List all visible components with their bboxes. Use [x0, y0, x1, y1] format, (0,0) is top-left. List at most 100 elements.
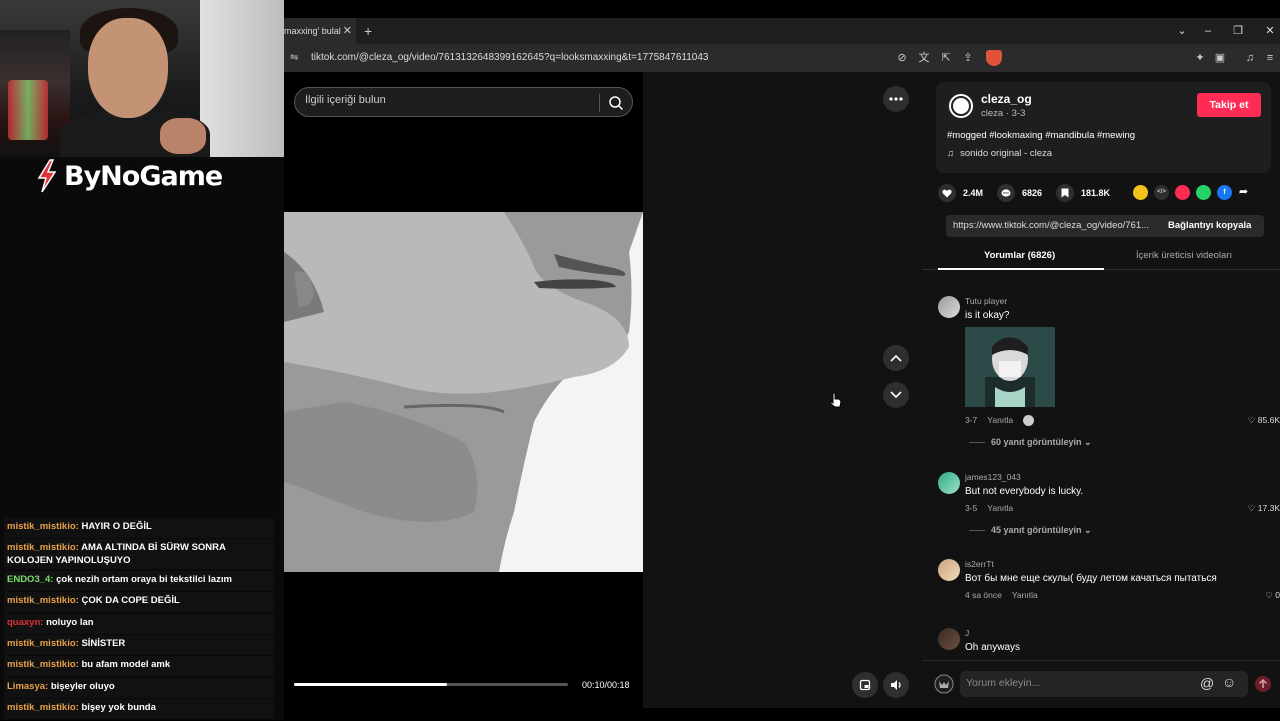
comment-author[interactable]: is2errTt	[965, 559, 994, 569]
comment-text: Вот бы мне еще скулы( буду летом качатьс…	[965, 573, 1217, 584]
tab-close-icon[interactable]: ✕	[343, 18, 352, 44]
menu-icon[interactable]: ≡	[1262, 50, 1278, 66]
no-translate-icon[interactable]: ⊘	[894, 50, 910, 66]
translate-icon[interactable]: 文	[916, 50, 932, 66]
extensions-icon[interactable]: ✦	[1192, 50, 1208, 66]
commenter-avatar[interactable]	[938, 472, 960, 494]
view-replies-label: 45 yanıt görüntüleyin	[991, 525, 1082, 535]
chat-text: noluyo lan	[46, 616, 94, 628]
chat-username: Limasya:	[7, 680, 49, 692]
url-field[interactable]: tiktok.com/@cleza_og/video/7613132648399…	[311, 52, 709, 63]
creator-subline: cleza · 3-3	[981, 108, 1026, 119]
active-tab-underline	[938, 268, 1104, 270]
repost-share-icon[interactable]	[1133, 185, 1148, 200]
like-action[interactable]: 2.4M	[938, 182, 983, 204]
comment-input[interactable]	[966, 677, 1186, 689]
comment-text: Oh anyways	[965, 642, 1021, 653]
chat-text: bu afam model amk	[81, 659, 171, 671]
comment-author[interactable]: J	[965, 628, 969, 638]
comment-meta: 3-5 Yanıtla	[965, 503, 1023, 513]
chevron-down-icon: ⌄	[1084, 437, 1092, 447]
floating-player-button[interactable]	[852, 672, 878, 698]
volume-button[interactable]	[883, 672, 909, 698]
more-dots-icon	[889, 97, 903, 101]
creator-username[interactable]: cleza_og	[981, 92, 1032, 106]
brave-shield-icon[interactable]	[986, 50, 1002, 66]
follow-button[interactable]: Takip et	[1197, 93, 1261, 117]
share-page-icon[interactable]: ⇪	[960, 50, 976, 66]
share-arrow-icon[interactable]: ➦	[1236, 185, 1251, 200]
comment-meta: 3-7 Yanıtla	[965, 415, 1044, 427]
comment-date: 3-7	[965, 415, 978, 425]
send-to-friends-icon[interactable]	[1175, 185, 1190, 200]
chat-message: quaxyn: noluyo lan	[4, 613, 274, 634]
comment-like[interactable]: ♡ 85.6K	[1248, 415, 1280, 426]
save-action[interactable]: 181.8K	[1056, 182, 1110, 204]
tab-creator-videos[interactable]: İçerik üreticisi videoları	[1136, 250, 1232, 261]
chat-username: mistik_mistikio:	[7, 521, 79, 532]
commenter-avatar[interactable]	[938, 296, 960, 318]
bookmark-icon	[1056, 184, 1074, 202]
chat-message: mistik_mistikio: bişey yok bunda	[4, 699, 274, 720]
whatsapp-icon[interactable]	[1196, 185, 1211, 200]
user-avatar-icon[interactable]	[934, 674, 954, 694]
tab-comments[interactable]: Yorumlar (6826)	[984, 250, 1055, 261]
send-comment-button[interactable]	[1255, 676, 1271, 692]
video-link: https://www.tiktok.com/@cleza_og/video/7…	[953, 220, 1150, 231]
creator-avatar[interactable]	[947, 92, 975, 120]
video-player[interactable]: 00:10/00:18	[284, 72, 643, 708]
reply-button[interactable]: Yanıtla	[987, 415, 1013, 425]
comment-like-count: 17.3K	[1257, 503, 1280, 513]
mini-player-icon	[859, 679, 871, 691]
tab-list-chevron-icon[interactable]: ⌄	[1172, 18, 1192, 44]
comment-author[interactable]: Tutu player	[965, 296, 1007, 306]
chat-message: mistik_mistikio: ÇOK DA COPE DEĞİL	[4, 592, 274, 613]
copy-link-button[interactable]: Bağlantıyı kopyala	[1168, 220, 1251, 231]
save-count: 181.8K	[1081, 188, 1111, 198]
comment-like-count: 85.6K	[1257, 415, 1280, 425]
brand-name: ByNoGame	[64, 160, 223, 192]
site-settings-icon[interactable]: ⇋	[290, 52, 298, 63]
emoji-icon[interactable]: ☺	[1222, 674, 1236, 690]
more-options-button[interactable]	[883, 86, 909, 112]
browser-tab[interactable]: maxxing' bulal ✕	[284, 18, 356, 44]
music-info[interactable]: ♫ sonido original - cleza	[947, 148, 1052, 159]
view-replies-button[interactable]: 60 yanıt görüntüleyin ⌄	[969, 437, 1092, 448]
comment-count: 6826	[1022, 188, 1043, 198]
previous-video-button[interactable]	[883, 345, 909, 371]
search-icon[interactable]	[608, 95, 624, 111]
next-video-button[interactable]	[883, 382, 909, 408]
comment-action[interactable]: 6826	[997, 182, 1042, 204]
media-icon[interactable]: ♫	[1242, 50, 1258, 66]
commenter-avatar[interactable]	[938, 628, 960, 650]
comment-image[interactable]	[965, 327, 1055, 407]
comment-like[interactable]: ♡ 17.3K	[1248, 503, 1280, 514]
chat-text: HAYIR O DEĞİL	[81, 521, 152, 532]
facebook-icon[interactable]: f	[1217, 185, 1232, 200]
embed-code-icon[interactable]: </>	[1154, 185, 1169, 200]
view-replies-button[interactable]: 45 yanıt görüntüleyin ⌄	[969, 525, 1092, 536]
comment-item: is2errTt Вот бы мне еще скулы( буду лето…	[938, 559, 1280, 609]
minimize-icon[interactable]: –	[1198, 18, 1218, 44]
sidebar-icon[interactable]: ▣	[1212, 50, 1228, 66]
commenter-avatar[interactable]	[938, 559, 960, 581]
video-progress-fill	[294, 683, 448, 686]
reply-button[interactable]: Yanıtla	[1012, 590, 1038, 600]
restore-icon[interactable]: ❐	[1228, 18, 1248, 44]
open-external-icon[interactable]: ⇱	[938, 50, 954, 66]
chevron-down-icon: ⌄	[1084, 525, 1092, 535]
comment-meta: 4 sa önce Yanıtla	[965, 590, 1048, 600]
reply-button[interactable]: Yanıtla	[987, 503, 1013, 513]
send-arrow-icon	[1258, 678, 1268, 688]
close-window-icon[interactable]: ✕	[1260, 18, 1280, 44]
video-progress-bar[interactable]	[294, 683, 568, 686]
mention-icon[interactable]: @	[1200, 675, 1214, 691]
comment-author[interactable]: james123_043	[965, 472, 1021, 482]
chat-text: bişey yok bunda	[81, 702, 156, 714]
comment-text: is it okay?	[965, 310, 1010, 321]
address-bar: ⇋ tiktok.com/@cleza_og/video/76131326483…	[284, 44, 1280, 72]
comment-like[interactable]: ♡ 0	[1265, 590, 1280, 601]
search-input[interactable]	[305, 94, 585, 106]
heart-outline-icon: ♡	[1265, 590, 1276, 600]
new-tab-icon[interactable]: +	[364, 18, 372, 44]
